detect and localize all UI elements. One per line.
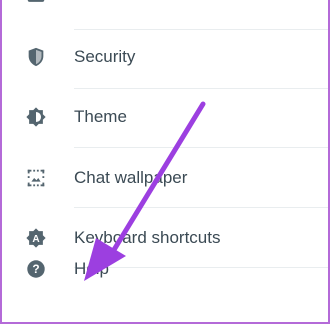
help-icon: ? <box>24 257 48 281</box>
shield-icon <box>24 45 48 69</box>
settings-item-help-row[interactable]: ? Help <box>2 239 328 299</box>
settings-item-security[interactable]: Security <box>2 27 328 87</box>
settings-item-label: Security <box>74 47 136 66</box>
partial-icon <box>24 0 48 12</box>
wallpaper-icon <box>24 166 48 190</box>
settings-item-chat-wallpaper[interactable]: Chat wallpaper <box>2 148 328 208</box>
svg-text:?: ? <box>32 262 39 276</box>
settings-item-partial[interactable] <box>2 0 328 30</box>
settings-item-label: Help <box>74 259 109 278</box>
settings-item-label: Theme <box>74 107 127 126</box>
settings-item-theme[interactable]: Theme <box>2 87 328 147</box>
settings-panel: Security Theme Chat wallpaper A Keyboard… <box>0 0 330 324</box>
settings-item-label: Chat wallpaper <box>74 168 188 187</box>
theme-icon <box>24 105 48 129</box>
